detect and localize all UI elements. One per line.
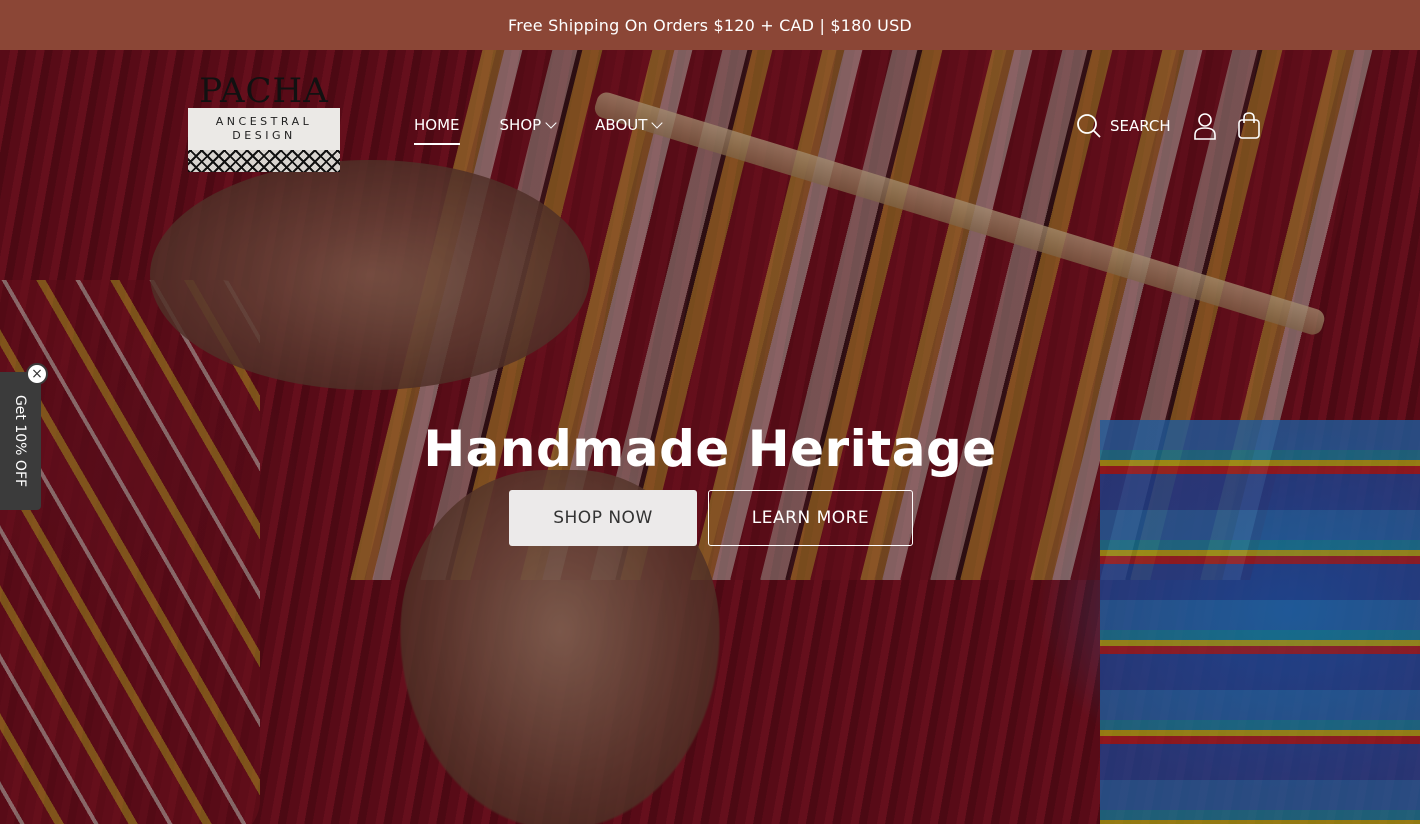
site-header: PACHA ANCESTRAL DESIGN HOME SHOP ABOUT S… — [0, 50, 1420, 200]
search-button[interactable]: SEARCH — [1076, 113, 1171, 139]
nav-shop[interactable]: SHOP — [499, 116, 557, 140]
discount-label: Get 10% OFF — [12, 394, 28, 488]
account-icon[interactable] — [1193, 112, 1217, 140]
nav-shop-label: SHOP — [499, 116, 542, 134]
nav-about-label: ABOUT — [595, 116, 648, 134]
shop-now-button[interactable]: SHOP NOW — [509, 490, 697, 546]
logo-pattern — [188, 150, 340, 172]
logo-wordmark: PACHA — [199, 71, 329, 111]
main-nav: HOME SHOP ABOUT — [414, 116, 664, 145]
nav-home-label: HOME — [414, 116, 460, 134]
hero-title: Handmade Heritage — [423, 420, 997, 478]
search-label: SEARCH — [1110, 117, 1171, 135]
announcement-text: Free Shipping On Orders $120 + CAD | $18… — [508, 15, 912, 35]
discount-tab[interactable]: Get 10% OFF — [0, 372, 41, 510]
nav-home[interactable]: HOME — [414, 116, 460, 145]
logo-line2: DESIGN — [232, 129, 296, 142]
cart-icon[interactable] — [1237, 112, 1261, 140]
close-icon[interactable]: × — [26, 363, 48, 385]
search-icon — [1077, 114, 1101, 138]
logo-tagline: ANCESTRAL DESIGN — [188, 108, 340, 150]
nav-about[interactable]: ABOUT — [595, 116, 664, 140]
learn-more-button[interactable]: LEARN MORE — [708, 490, 913, 546]
chevron-down-icon — [545, 117, 557, 129]
chevron-down-icon — [651, 117, 664, 129]
logo-line1: ANCESTRAL — [215, 115, 313, 128]
site-logo[interactable]: PACHA ANCESTRAL DESIGN — [188, 72, 340, 174]
header-tools: SEARCH — [1076, 112, 1261, 140]
announcement-bar: Free Shipping On Orders $120 + CAD | $18… — [0, 0, 1420, 50]
